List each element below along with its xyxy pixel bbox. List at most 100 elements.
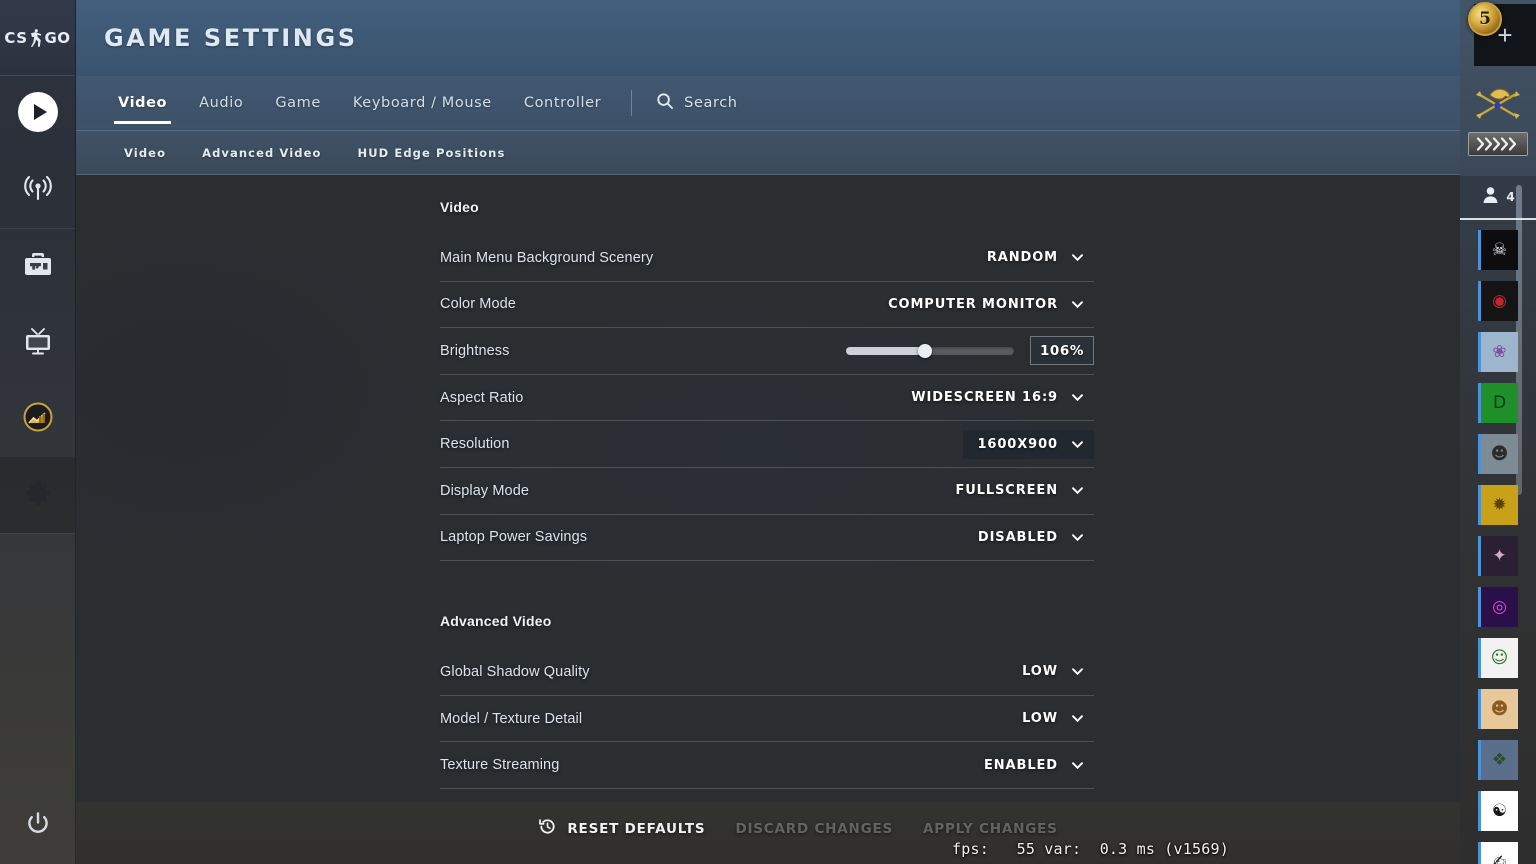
chevron-down-icon xyxy=(1071,251,1084,264)
dropdown-display-mode[interactable]: FULLSCREEN xyxy=(941,476,1094,505)
tab-video[interactable]: Video xyxy=(102,76,183,131)
avatar: ☻ xyxy=(1478,433,1518,474)
setting-row-texture-streaming[interactable]: Texture Streaming ENABLED xyxy=(440,742,1094,789)
friend-list-item[interactable]: ☻ xyxy=(1460,428,1536,479)
setting-row-global-shadow-quality[interactable]: Global Shadow Quality LOW xyxy=(440,649,1094,696)
play-icon xyxy=(17,91,59,138)
right-panel: + 5 4 ☠ ◉ ❀ D ☻ ✹ ✦ ◎ ☺ ☻ ❖ ☯ ✍ xyxy=(1460,0,1536,864)
avatar: ✍ xyxy=(1478,841,1518,864)
dropdown-model-texture-detail[interactable]: LOW xyxy=(1008,704,1094,733)
bottom-action-bar: RESET DEFAULTS DISCARD CHANGES APPLY CHA… xyxy=(76,802,1460,864)
search-button[interactable]: Search xyxy=(646,92,747,114)
friend-list-item[interactable]: ◉ xyxy=(1460,275,1536,326)
tab-keyboard-mouse[interactable]: Keyboard / Mouse xyxy=(337,76,508,131)
dropdown-value: COMPUTER MONITOR xyxy=(888,296,1058,312)
dropdown-value: 1600X900 xyxy=(977,436,1058,452)
sidebar-item-tv[interactable] xyxy=(0,305,75,381)
avatar: ✦ xyxy=(1478,535,1518,576)
friends-header[interactable]: 4 xyxy=(1460,176,1536,220)
friend-list-item[interactable]: ☯ xyxy=(1460,785,1536,836)
chevron-rank-icon[interactable] xyxy=(1468,132,1528,156)
dropdown-texture-streaming[interactable]: ENABLED xyxy=(970,751,1094,780)
sidebar-item-stats[interactable] xyxy=(0,381,75,457)
eagle-rank-icon[interactable] xyxy=(1460,78,1536,126)
friend-list-item[interactable]: ✹ xyxy=(1460,479,1536,530)
tab-divider xyxy=(631,90,633,116)
avatar-glyph: ✹ xyxy=(1492,494,1507,515)
setting-label: Brightness xyxy=(440,342,510,359)
chevron-down-icon xyxy=(1071,391,1084,404)
friend-list-item[interactable]: ☠ xyxy=(1460,224,1536,275)
avatar: ✹ xyxy=(1478,484,1518,525)
friend-list-item[interactable]: ❀ xyxy=(1460,326,1536,377)
tab-audio[interactable]: Audio xyxy=(183,76,259,131)
subtab-advanced-video[interactable]: Advanced Video xyxy=(184,146,339,160)
left-sidebar: CS GO xyxy=(0,0,76,864)
avatar-glyph: ❀ xyxy=(1492,341,1507,362)
avatar-glyph: ❖ xyxy=(1491,749,1508,770)
brightness-slider-fill xyxy=(846,346,925,355)
sidebar-item-play[interactable] xyxy=(0,76,75,152)
sidebar-item-settings[interactable] xyxy=(0,457,75,533)
avatar: ❖ xyxy=(1478,739,1518,780)
avatar-glyph: D xyxy=(1492,392,1507,413)
friend-list-item[interactable]: ❖ xyxy=(1460,734,1536,785)
setting-row-display-mode[interactable]: Display Mode FULLSCREEN xyxy=(440,468,1094,515)
reset-defaults-label: RESET DEFAULTS xyxy=(567,820,706,837)
friend-list-item[interactable]: ☻ xyxy=(1460,683,1536,734)
setting-row-model-texture-detail[interactable]: Model / Texture Detail LOW xyxy=(440,696,1094,743)
settings-subtab-bar: Video Advanced Video HUD Edge Positions xyxy=(76,131,1460,175)
dropdown-global-shadow-quality[interactable]: LOW xyxy=(1008,657,1094,686)
setting-label: Global Shadow Quality xyxy=(440,663,590,680)
sidebar-item-inventory[interactable] xyxy=(0,229,75,305)
dropdown-value: LOW xyxy=(1022,664,1058,680)
setting-row-main-menu-background-scenery[interactable]: Main Menu Background Scenery RANDOM xyxy=(440,235,1094,282)
setting-row-brightness[interactable]: Brightness 106% xyxy=(440,328,1094,375)
tab-game[interactable]: Game xyxy=(259,76,337,131)
friend-list-item[interactable]: ✍ xyxy=(1460,836,1536,864)
brightness-control[interactable]: 106% xyxy=(846,336,1094,366)
discard-changes-button[interactable]: DISCARD CHANGES xyxy=(735,821,893,837)
brightness-slider[interactable] xyxy=(846,343,1014,358)
tab-controller[interactable]: Controller xyxy=(508,76,617,131)
page-header: GAME SETTINGS xyxy=(76,0,1460,76)
apply-changes-button[interactable]: APPLY CHANGES xyxy=(923,821,1058,837)
discard-changes-label: DISCARD CHANGES xyxy=(735,820,894,837)
subtab-video[interactable]: Video xyxy=(106,146,184,160)
setting-row-aspect-ratio[interactable]: Aspect Ratio WIDESCREEN 16:9 xyxy=(440,375,1094,422)
reset-defaults-button[interactable]: RESET DEFAULTS xyxy=(538,817,705,840)
dropdown-resolution[interactable]: 1600X900 xyxy=(963,429,1094,459)
friends-list: ☠ ◉ ❀ D ☻ ✹ ✦ ◎ ☺ ☻ ❖ ☯ ✍ xyxy=(1460,220,1536,864)
chevron-down-icon xyxy=(1071,665,1084,678)
subtab-hud-edge-positions[interactable]: HUD Edge Positions xyxy=(339,146,523,160)
brightness-value[interactable]: 106% xyxy=(1030,336,1094,366)
friend-list-item[interactable]: ✦ xyxy=(1460,530,1536,581)
dropdown-value: WIDESCREEN 16:9 xyxy=(911,390,1058,406)
setting-label: Model / Texture Detail xyxy=(440,710,583,727)
broadcast-icon xyxy=(21,171,55,210)
setting-row-laptop-power-savings[interactable]: Laptop Power Savings DISABLED xyxy=(440,515,1094,562)
setting-label: Aspect Ratio xyxy=(440,389,524,406)
avatar-glyph: ☻ xyxy=(1490,698,1509,719)
setting-label: Resolution xyxy=(440,436,510,453)
friend-list-item[interactable]: D xyxy=(1460,377,1536,428)
dropdown-laptop-power-savings[interactable]: DISABLED xyxy=(964,523,1094,552)
brightness-slider-handle[interactable] xyxy=(917,343,932,358)
friend-list-item[interactable]: ◎ xyxy=(1460,581,1536,632)
friend-list-item[interactable]: ☺ xyxy=(1460,632,1536,683)
service-medal-coin[interactable]: 5 xyxy=(1468,2,1502,36)
sidebar-item-watch[interactable] xyxy=(0,152,75,228)
logo-text-go: GO xyxy=(44,28,71,47)
avatar-glyph: ✦ xyxy=(1492,545,1507,566)
dropdown-color-mode[interactable]: COMPUTER MONITOR xyxy=(874,290,1094,319)
dropdown-main-menu-background-scenery[interactable]: RANDOM xyxy=(973,243,1094,272)
setting-row-resolution[interactable]: Resolution 1600X900 xyxy=(440,421,1094,468)
coin-number: 5 xyxy=(1479,9,1491,29)
setting-label: Main Menu Background Scenery xyxy=(440,249,654,266)
search-label: Search xyxy=(684,95,738,111)
setting-row-color-mode[interactable]: Color Mode COMPUTER MONITOR xyxy=(440,282,1094,329)
csgo-logo[interactable]: CS GO xyxy=(0,0,75,76)
dropdown-aspect-ratio[interactable]: WIDESCREEN 16:9 xyxy=(897,383,1094,412)
chevron-down-icon xyxy=(1071,438,1084,451)
power-button[interactable] xyxy=(0,796,76,856)
